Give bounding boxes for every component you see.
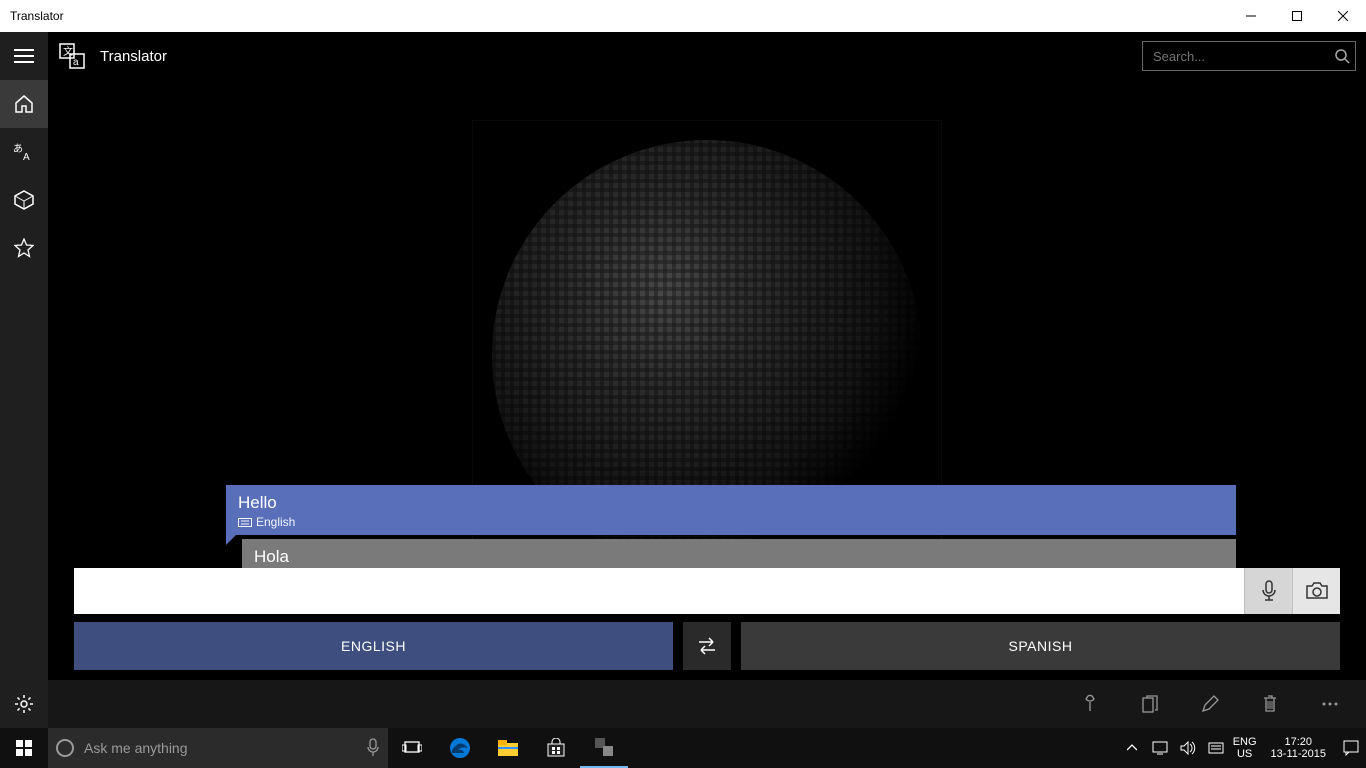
source-text: Hello: [238, 493, 1224, 513]
translator-logo-icon: 文a: [52, 43, 92, 69]
camera-input-button[interactable]: [1292, 568, 1340, 614]
swap-languages-button[interactable]: [683, 622, 731, 670]
window-titlebar: Translator: [0, 0, 1366, 32]
input-row: [74, 568, 1340, 614]
svg-text:あ: あ: [13, 143, 23, 155]
svg-text:a: a: [73, 57, 79, 68]
windows-taskbar: Ask me anything ENG US 17:20: [0, 728, 1366, 768]
window-controls: [1228, 0, 1366, 32]
taskbar-app-store[interactable]: [532, 728, 580, 768]
task-view-button[interactable]: [388, 728, 436, 768]
pin-button[interactable]: [1060, 680, 1120, 728]
source-bubble[interactable]: Hello English: [226, 485, 1236, 535]
keyboard-icon: [238, 518, 252, 527]
hamburger-menu-button[interactable]: [0, 32, 48, 80]
tray-time: 17:20: [1271, 736, 1326, 748]
source-language-button[interactable]: ENGLISH: [74, 622, 673, 670]
content-area: Hello English Hola Spanish, 13-11-2015: [48, 80, 1366, 680]
taskbar-pinned-apps: [388, 728, 628, 768]
tray-network-icon[interactable]: [1149, 741, 1171, 755]
search-wrapper: [1142, 41, 1356, 71]
edit-button[interactable]: [1180, 680, 1240, 728]
action-center-button[interactable]: [1340, 740, 1362, 756]
tray-lang-bottom: US: [1233, 748, 1257, 760]
tray-input-indicator-icon[interactable]: [1205, 741, 1227, 755]
translate-input[interactable]: [74, 568, 1244, 614]
window-title: Translator: [0, 9, 64, 23]
search-input[interactable]: [1142, 41, 1356, 71]
tray-lang-top: ENG: [1233, 736, 1257, 748]
source-language-label: English: [256, 515, 295, 529]
language-row: ENGLISH SPANISH: [74, 622, 1340, 670]
app-header: 文a Translator: [48, 32, 1366, 80]
voice-input-button[interactable]: [1244, 568, 1292, 614]
delete-button[interactable]: [1240, 680, 1300, 728]
sidebar-item-offline-packs[interactable]: [0, 176, 48, 224]
sidebar-item-home[interactable]: [0, 80, 48, 128]
target-language-button[interactable]: SPANISH: [741, 622, 1340, 670]
tray-clock[interactable]: 17:20 13-11-2015: [1263, 736, 1334, 760]
search-icon: [1334, 48, 1350, 64]
tray-language-button[interactable]: ENG US: [1233, 736, 1257, 760]
svg-text:A: A: [23, 152, 30, 162]
copy-button[interactable]: [1120, 680, 1180, 728]
app-body: あA 文a Translator Hel: [0, 32, 1366, 728]
start-button[interactable]: [0, 728, 48, 768]
close-button[interactable]: [1320, 0, 1366, 32]
tray-date: 13-11-2015: [1271, 748, 1326, 760]
taskbar-app-edge[interactable]: [436, 728, 484, 768]
sidebar: あA: [0, 32, 48, 728]
tray-overflow-button[interactable]: [1121, 744, 1143, 752]
more-button[interactable]: [1300, 680, 1360, 728]
bottom-toolbar: [48, 680, 1366, 728]
cortana-search[interactable]: Ask me anything: [48, 728, 388, 768]
svg-text:文: 文: [63, 45, 73, 58]
taskbar-app-file-explorer[interactable]: [484, 728, 532, 768]
sidebar-item-conversation[interactable]: あA: [0, 128, 48, 176]
microphone-icon: [366, 738, 380, 758]
sidebar-item-settings[interactable]: [0, 680, 48, 728]
target-text: Hola: [254, 547, 1224, 567]
source-meta: English: [238, 515, 1224, 529]
cortana-icon: [56, 739, 74, 757]
minimize-button[interactable]: [1228, 0, 1274, 32]
sidebar-item-favorites[interactable]: [0, 224, 48, 272]
cortana-placeholder: Ask me anything: [84, 740, 188, 756]
system-tray: ENG US 17:20 13-11-2015: [1121, 728, 1366, 768]
maximize-button[interactable]: [1274, 0, 1320, 32]
app-title: Translator: [100, 48, 167, 65]
taskbar-app-translator[interactable]: [580, 728, 628, 768]
tray-volume-icon[interactable]: [1177, 741, 1199, 755]
